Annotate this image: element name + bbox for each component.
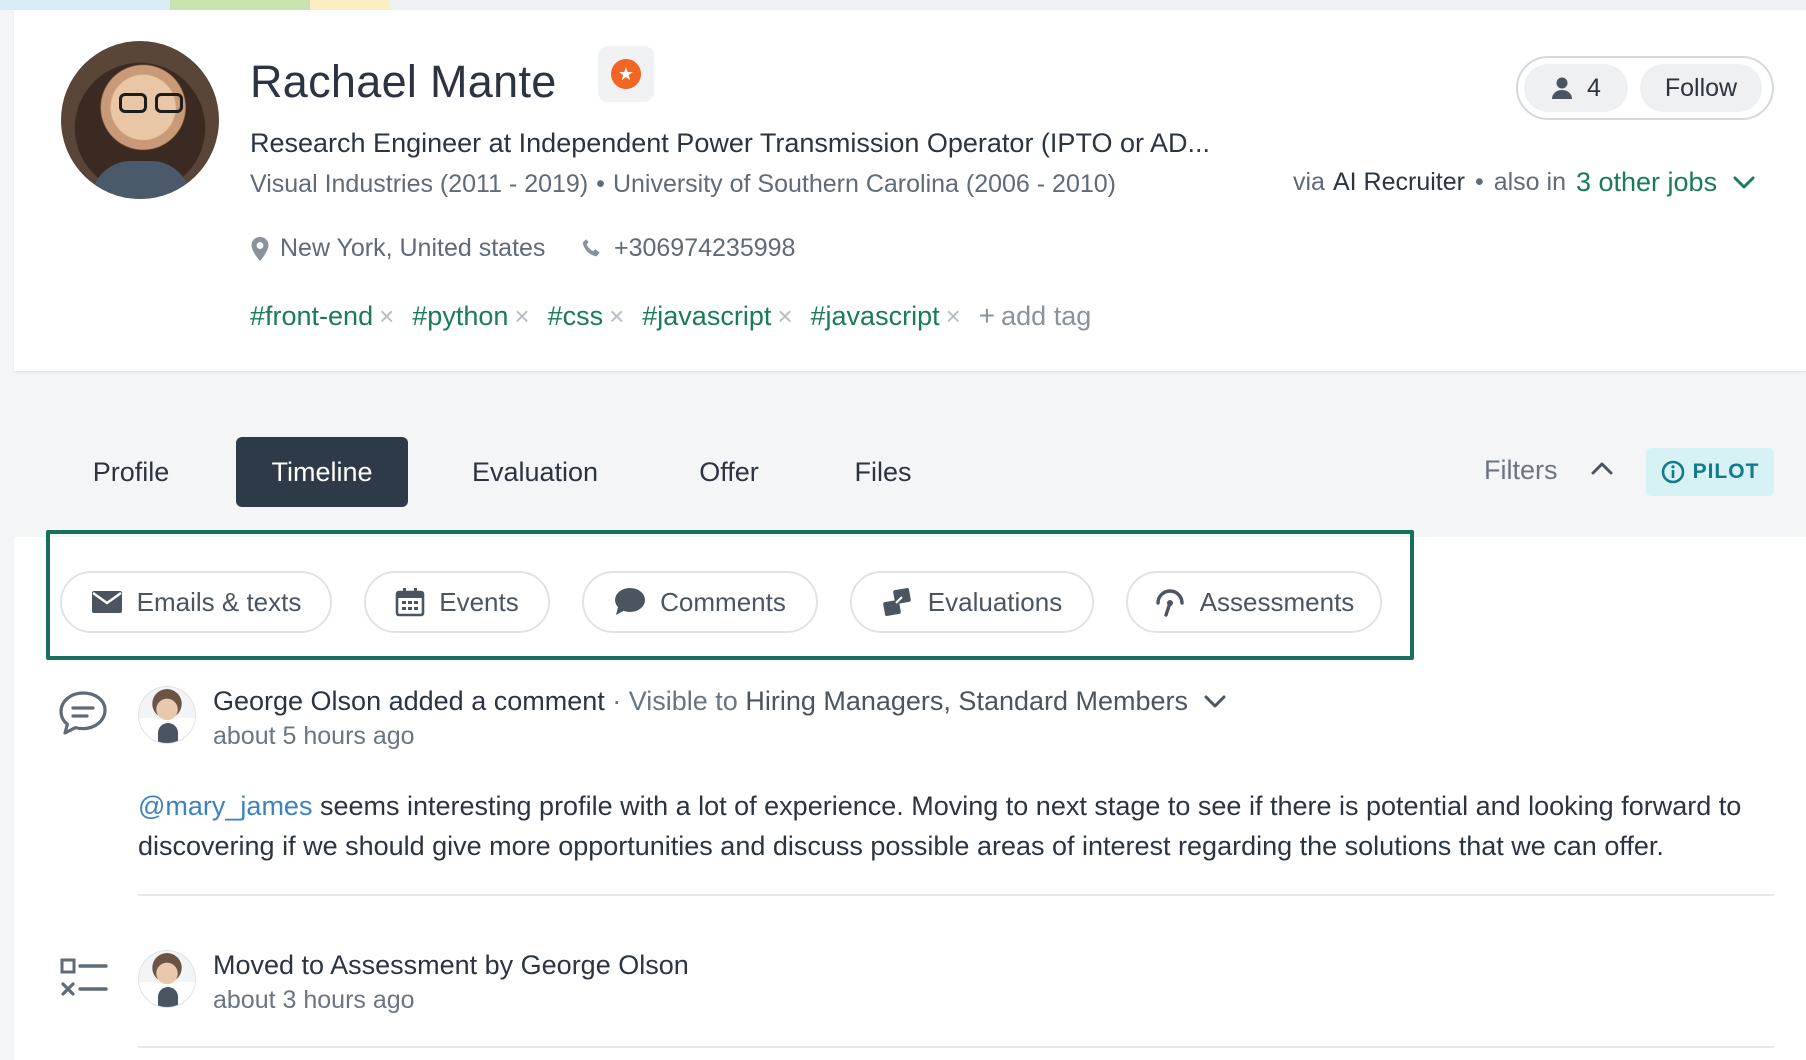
add-tag-button[interactable]: + add tag <box>979 300 1091 332</box>
map-pin-icon <box>250 236 270 262</box>
author-avatar[interactable] <box>138 950 196 1008</box>
remove-tag-icon[interactable]: × <box>946 301 961 332</box>
tag-label[interactable]: #css <box>548 301 604 332</box>
tag-label[interactable]: #javascript <box>642 301 771 332</box>
filter-chip-evaluations[interactable]: Evaluations <box>850 571 1094 633</box>
chevron-up-icon[interactable] <box>1590 460 1614 476</box>
add-tag-label: add tag <box>1001 300 1092 331</box>
source-separator: • <box>1474 168 1484 196</box>
tab-timeline[interactable]: Timeline <box>236 437 408 507</box>
candidate-headline: Research Engineer at Independent Power T… <box>250 128 1210 158</box>
entry-timestamp: about 5 hours ago <box>213 722 415 750</box>
checklist-icon <box>60 956 108 1000</box>
top-strip <box>0 0 1806 10</box>
avatar-glasses <box>119 93 185 113</box>
author-avatar[interactable] <box>138 686 196 744</box>
author-name[interactable]: George Olson <box>213 686 381 717</box>
follow-group: 4 Follow <box>1516 56 1774 120</box>
tag-label[interactable]: #javascript <box>811 301 940 332</box>
evaluation-icon <box>882 587 914 617</box>
education-text: University of Southern Carolina (2006 - … <box>612 170 1116 198</box>
comment-icon <box>58 690 108 736</box>
assessment-icon <box>1154 587 1186 617</box>
chevron-down-icon[interactable] <box>1733 176 1755 190</box>
candidate-history: Visual Industries (2011 - 2019) • Universi… <box>250 170 1116 199</box>
tag-item[interactable]: #css × <box>548 301 625 332</box>
location-text: New York, United states <box>280 234 546 262</box>
plus-icon: + <box>978 300 996 331</box>
pilot-button[interactable]: PILOT <box>1646 448 1774 496</box>
comment-bubble-icon <box>614 587 646 617</box>
remove-tag-icon[interactable]: × <box>379 301 394 332</box>
tag-list: #front-end × #python × #css × #javascript × … <box>250 300 1091 332</box>
phone-text: +306974235998 <box>614 234 796 262</box>
source-info: via AI Recruiter • also in 3 other jobs <box>1293 167 1755 198</box>
info-icon <box>1661 460 1685 484</box>
remove-tag-icon[interactable]: × <box>514 301 529 332</box>
top-strip-segment <box>310 0 390 10</box>
tab-profile[interactable]: Profile <box>66 437 196 507</box>
filter-chip-assessments[interactable]: Assessments <box>1126 571 1382 633</box>
entry-action: Moved to Assessment by <box>213 950 514 980</box>
envelope-icon <box>91 590 123 614</box>
source-name: AI Recruiter <box>1332 168 1465 196</box>
remove-tag-icon[interactable]: × <box>777 301 792 332</box>
followers-button[interactable]: 4 <box>1524 64 1628 112</box>
filter-chip-label: Evaluations <box>927 586 1063 617</box>
tag-item[interactable]: #front-end × <box>250 301 394 332</box>
entry-divider <box>138 894 1774 896</box>
filter-chip-label: Comments <box>660 586 786 617</box>
top-strip-segment <box>0 0 170 10</box>
candidate-name: Rachael Mante <box>250 56 557 107</box>
history-separator: • <box>596 170 605 198</box>
filter-chip-label: Assessments <box>1199 586 1355 617</box>
entry-divider <box>138 1046 1774 1048</box>
pilot-label: PILOT <box>1692 460 1760 483</box>
location: New York, United states <box>250 234 545 263</box>
phone-icon <box>580 237 604 261</box>
comment-body: @mary_james seems interesting profile wi… <box>138 786 1778 866</box>
remove-tag-icon[interactable]: × <box>609 301 624 332</box>
candidate-avatar <box>61 41 219 199</box>
tag-label[interactable]: #front-end <box>250 301 373 332</box>
tab-offer[interactable]: Offer <box>672 437 786 507</box>
chevron-down-icon[interactable] <box>1204 695 1226 709</box>
comment-text: seems interesting profile with a lot of … <box>138 791 1742 861</box>
tab-evaluation[interactable]: Evaluation <box>452 437 618 507</box>
entry-action: added a comment <box>388 686 605 716</box>
filter-chip-emails[interactable]: Emails & texts <box>60 571 332 633</box>
tab-files[interactable]: Files <box>836 437 930 507</box>
filters-toggle[interactable]: Filters <box>1484 455 1558 486</box>
tag-item[interactable]: #javascript × <box>642 301 792 332</box>
top-strip-segment <box>170 0 310 10</box>
star-icon: ★ <box>611 59 641 89</box>
phone[interactable]: +306974235998 <box>580 234 795 263</box>
timeline-entry-header: Moved to Assessment by George Olson <box>213 950 689 981</box>
avatar-shirt <box>91 161 191 199</box>
filter-chip-label: Emails & texts <box>136 586 302 617</box>
author-name[interactable]: George Olson <box>521 950 689 981</box>
timeline-entry-header: George Olson added a comment · Visible t… <box>213 686 1226 717</box>
filter-chip-label: Events <box>439 586 519 617</box>
filter-chip-events[interactable]: Events <box>364 571 550 633</box>
followers-count: 4 <box>1587 73 1601 102</box>
entry-timestamp: about 3 hours ago <box>213 986 415 1014</box>
candidate-header-card: Rachael Mante ★ Research Engineer at Ind… <box>14 10 1806 372</box>
tag-label[interactable]: #python <box>412 301 508 332</box>
follow-button[interactable]: Follow <box>1640 64 1762 112</box>
visible-to-groups: Hiring Managers, Standard Members <box>745 686 1189 716</box>
visible-to-prefix: · Visible to <box>612 686 738 716</box>
also-in-label: also in <box>1493 168 1566 196</box>
via-label: via <box>1293 168 1325 196</box>
person-icon <box>1551 76 1573 100</box>
other-jobs-link[interactable]: 3 other jobs <box>1576 167 1717 198</box>
mention-link[interactable]: @mary_james <box>138 791 312 821</box>
tag-item[interactable]: #javascript × <box>811 301 961 332</box>
tag-item[interactable]: #python × <box>412 301 529 332</box>
star-badge[interactable]: ★ <box>598 46 654 102</box>
filter-chip-comments[interactable]: Comments <box>582 571 818 633</box>
experience-text: Visual Industries (2011 - 2019) <box>250 170 589 198</box>
calendar-icon <box>395 587 425 617</box>
